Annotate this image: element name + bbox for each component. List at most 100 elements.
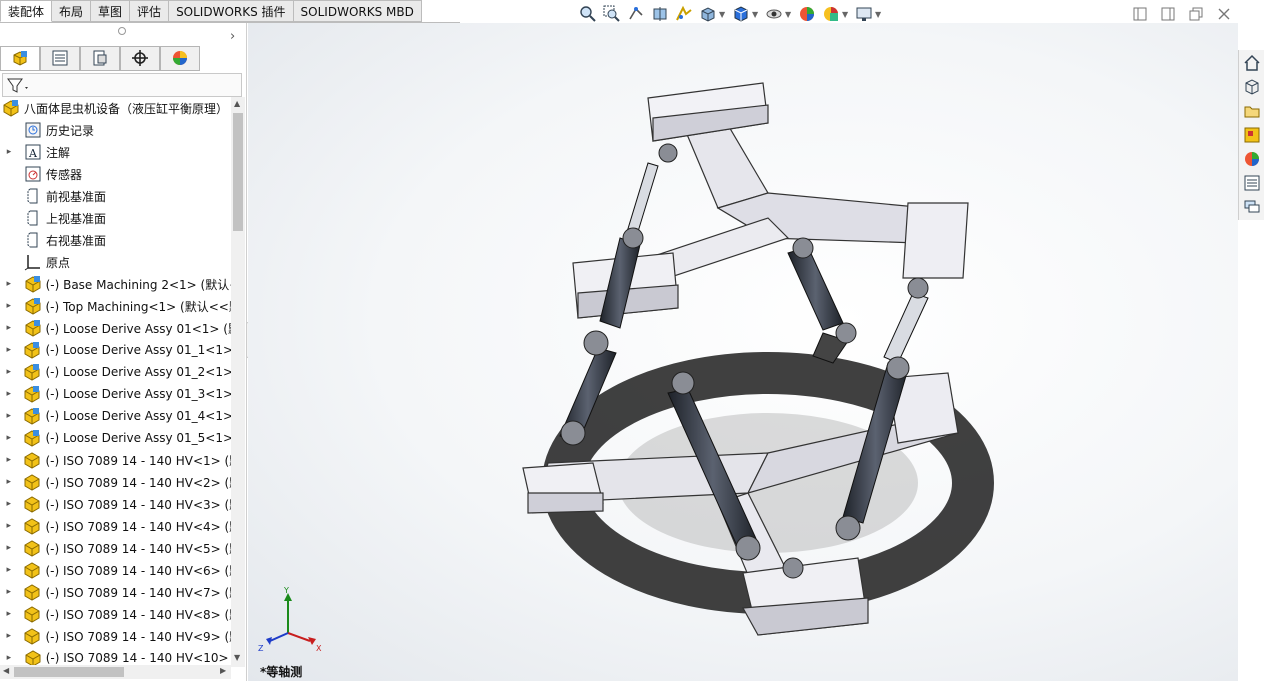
expand-arrow-icon[interactable]: ▸ [4,521,13,531]
zoom-to-area-icon[interactable] [602,4,622,24]
tree-item[interactable]: 原点 [0,251,231,273]
expand-arrow-icon[interactable]: ▸ [4,345,13,355]
expand-arrow-icon[interactable]: ▸ [4,609,13,619]
edit-appearance-icon[interactable] [797,4,817,24]
tree-item[interactable]: ▸ A 注解 [0,141,231,163]
scroll-thumb[interactable] [233,113,243,231]
expand-arrow-icon[interactable]: ▸ [4,323,14,333]
expand-arrow-icon[interactable]: ▸ [4,279,14,289]
tree-item[interactable]: ▸ (-) ISO 7089 14 - 140 HV<1> (默 [0,449,231,471]
tab-evaluate[interactable]: 评估 [130,0,170,22]
octahedron-hexapod-model[interactable] [248,23,1238,681]
expand-arrow-icon[interactable]: ▸ [4,389,13,399]
scroll-down-icon[interactable]: ▼ [234,653,240,662]
solidworks-forum-icon[interactable] [1240,196,1264,218]
expand-arrow-icon[interactable]: ▸ [4,411,13,421]
tree-root[interactable]: 八面体昆虫机设备（液压缸平衡原理） [0,97,231,119]
display-style-dropdown-icon[interactable]: ▼ [752,10,760,19]
hide-show-icon[interactable] [764,4,784,24]
tree-item[interactable]: ▸ (-) Loose Derive Assy 01_5<1> ( [0,427,231,449]
graphics-area[interactable]: Y X Z *等轴测 [248,23,1238,681]
expand-arrow-icon[interactable]: ▸ [4,455,13,465]
tree-item[interactable]: ▸ (-) Loose Derive Assy 01<1> (默 [0,317,231,339]
appearances-scenes-icon[interactable] [1240,148,1264,170]
custom-properties-icon[interactable] [1240,172,1264,194]
expand-arrow-icon[interactable]: ▸ [4,147,14,157]
tree-item[interactable]: ▸ (-) ISO 7089 14 - 140 HV<2> (默 [0,471,231,493]
expand-arrow-icon[interactable]: ▸ [4,631,13,641]
expand-arrow-icon[interactable]: ▸ [4,477,13,487]
expand-arrow-icon[interactable]: ▸ [4,301,14,311]
tab-sketch[interactable]: 草图 [91,0,131,22]
expand-arrow-icon[interactable]: ▸ [4,653,14,663]
view-settings-dropdown-icon[interactable]: ▼ [875,10,883,19]
close-icon[interactable] [1216,6,1232,22]
tree-vertical-scrollbar[interactable]: ▲ ▼ [231,97,245,667]
tree-item[interactable]: ▸ (-) Loose Derive Assy 01_3<1> ( [0,383,231,405]
previous-view-icon[interactable] [626,4,646,24]
apply-scene-icon[interactable] [821,4,841,24]
expand-arrow-icon[interactable]: ▸ [4,565,13,575]
filter-icon[interactable] [6,76,32,96]
tree-item[interactable]: 传感器 [0,163,231,185]
design-library-icon[interactable] [1240,76,1264,98]
tree-item[interactable]: ▸ (-) ISO 7089 14 - 140 HV<8> (默 [0,603,231,625]
tab-property-manager[interactable] [40,45,80,71]
tree-item[interactable]: ▸ (-) ISO 7089 14 - 140 HV<5> (默 [0,537,231,559]
part-icon [23,517,41,535]
tree-item[interactable]: ▸ (-) ISO 7089 14 - 140 HV<9> (默 [0,625,231,647]
tile-left-icon[interactable] [1132,6,1148,22]
tab-layout[interactable]: 布局 [52,0,92,22]
view-palette-icon[interactable] [1240,124,1264,146]
expand-arrow-icon[interactable]: ▸ [4,433,13,443]
tree-item[interactable]: ▸ (-) ISO 7089 14 - 140 HV<10> ( [0,647,231,667]
dynamic-annotation-icon[interactable] [674,4,694,24]
file-explorer-icon[interactable] [1240,100,1264,122]
panel-grip-icon[interactable] [118,27,126,35]
view-settings-icon[interactable] [854,4,874,24]
view-orientation-dropdown-icon[interactable]: ▼ [719,10,727,19]
tree-item[interactable]: ▸ (-) Base Machining 2<1> (默认< [0,273,231,295]
zoom-to-fit-icon[interactable] [578,4,598,24]
expand-arrow-icon[interactable]: ▸ [4,587,13,597]
scroll-up-icon[interactable]: ▲ [234,99,240,108]
tree-item[interactable]: 历史记录 [0,119,231,141]
tree-item[interactable]: ▸ (-) ISO 7089 14 - 140 HV<4> (默 [0,515,231,537]
tree-item[interactable]: ▸ (-) Loose Derive Assy 01_1<1> ( [0,339,231,361]
tree-item[interactable]: ▸ (-) Loose Derive Assy 01_4<1> ( [0,405,231,427]
tree-item[interactable]: 上视基准面 [0,207,231,229]
display-style-icon[interactable] [731,4,751,24]
tab-dimxpert-manager[interactable] [120,45,160,71]
tab-assembly[interactable]: 装配体 [0,0,53,22]
section-view-icon[interactable] [650,4,670,24]
view-orientation-icon[interactable] [698,4,718,24]
tab-configuration-manager[interactable] [80,45,120,71]
tree-item[interactable]: 前视基准面 [0,185,231,207]
apply-scene-dropdown-icon[interactable]: ▼ [842,10,850,19]
more-tabs-chevron-icon[interactable]: › [230,29,235,44]
expand-arrow-icon[interactable]: ▸ [4,367,13,377]
solidworks-resources-home-icon[interactable] [1240,52,1264,74]
tab-solidworks-addins[interactable]: SOLIDWORKS 插件 [169,0,294,22]
tree-item[interactable]: 右视基准面 [0,229,231,251]
tab-solidworks-mbd[interactable]: SOLIDWORKS MBD [293,0,422,22]
expand-arrow-icon[interactable]: ▸ [4,543,13,553]
expand-arrow-icon[interactable]: ▸ [4,499,13,509]
scroll-left-icon[interactable]: ◀ [3,666,9,675]
tree-item[interactable]: ▸ (-) Loose Derive Assy 01_2<1> ( [0,361,231,383]
tab-feature-manager[interactable] [0,45,40,71]
view-orientation-label: *等轴测 [260,665,303,679]
tree-item[interactable]: ▸ (-) ISO 7089 14 - 140 HV<7> (默 [0,581,231,603]
horizontal-scroll-thumb[interactable] [14,667,124,677]
tree-horizontal-scrollbar[interactable]: ◀ ▶ [0,665,231,679]
tree-item[interactable]: ▸ (-) ISO 7089 14 - 140 HV<3> (默 [0,493,231,515]
scroll-right-icon[interactable]: ▶ [220,666,226,675]
tree-item[interactable]: ▸ (-) ISO 7089 14 - 140 HV<6> (默 [0,559,231,581]
tree-item[interactable]: ▸ (-) Top Machining<1> (默认<<默 [0,295,231,317]
tab-display-manager[interactable] [160,45,200,71]
solidworks-window: 装配体 布局 草图 评估 SOLIDWORKS 插件 SOLIDWORKS MB… [0,0,1264,681]
assembly-icon [23,407,41,425]
restore-icon[interactable] [1188,6,1204,22]
hide-show-dropdown-icon[interactable]: ▼ [785,10,793,19]
tile-right-icon[interactable] [1160,6,1176,22]
